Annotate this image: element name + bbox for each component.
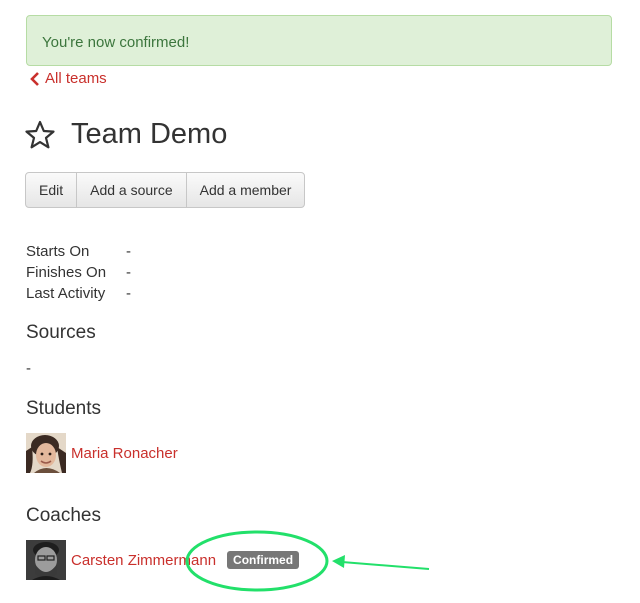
status-badge: Confirmed <box>227 551 300 569</box>
back-to-all-teams-link[interactable]: All teams <box>29 70 107 87</box>
star-outline-icon[interactable] <box>25 120 55 150</box>
add-source-button[interactable]: Add a source <box>77 173 187 207</box>
student-list-item: Maria Ronacher <box>26 433 178 473</box>
detail-value: - <box>126 243 131 260</box>
back-link-label: All teams <box>45 70 107 87</box>
team-actions-toolbar: Edit Add a source Add a member <box>25 172 306 208</box>
annotation-arrow-line <box>341 561 430 570</box>
coach-name-link[interactable]: Carsten Zimmermann <box>71 552 216 569</box>
page-title: Team Demo <box>71 118 228 150</box>
detail-label: Last Activity <box>26 285 106 302</box>
avatar <box>26 540 66 580</box>
student-name-link[interactable]: Maria Ronacher <box>71 445 178 462</box>
team-header: Team Demo <box>25 118 227 151</box>
coaches-heading: Coaches <box>26 505 101 526</box>
detail-value: - <box>126 285 131 302</box>
chevron-left-icon <box>30 71 39 86</box>
avatar <box>26 433 66 473</box>
detail-row-finishes-on: Finishes On - <box>26 262 131 283</box>
team-details: Starts On - Finishes On - Last Activity … <box>26 241 131 304</box>
sources-heading: Sources <box>26 322 96 343</box>
students-heading: Students <box>26 398 101 419</box>
sources-empty-value: - <box>26 360 31 377</box>
add-member-button[interactable]: Add a member <box>187 173 305 207</box>
detail-row-last-activity: Last Activity - <box>26 283 131 304</box>
annotation-arrow-head <box>332 555 345 568</box>
alert-message: You're now confirmed! <box>42 34 190 51</box>
detail-row-starts-on: Starts On - <box>26 241 131 262</box>
detail-value: - <box>126 264 131 281</box>
detail-label: Starts On <box>26 243 90 260</box>
detail-label: Finishes On <box>26 264 107 281</box>
edit-button[interactable]: Edit <box>26 173 78 207</box>
coach-list-item: Carsten Zimmermann Confirmed <box>26 540 300 580</box>
success-alert: You're now confirmed! <box>26 15 612 66</box>
